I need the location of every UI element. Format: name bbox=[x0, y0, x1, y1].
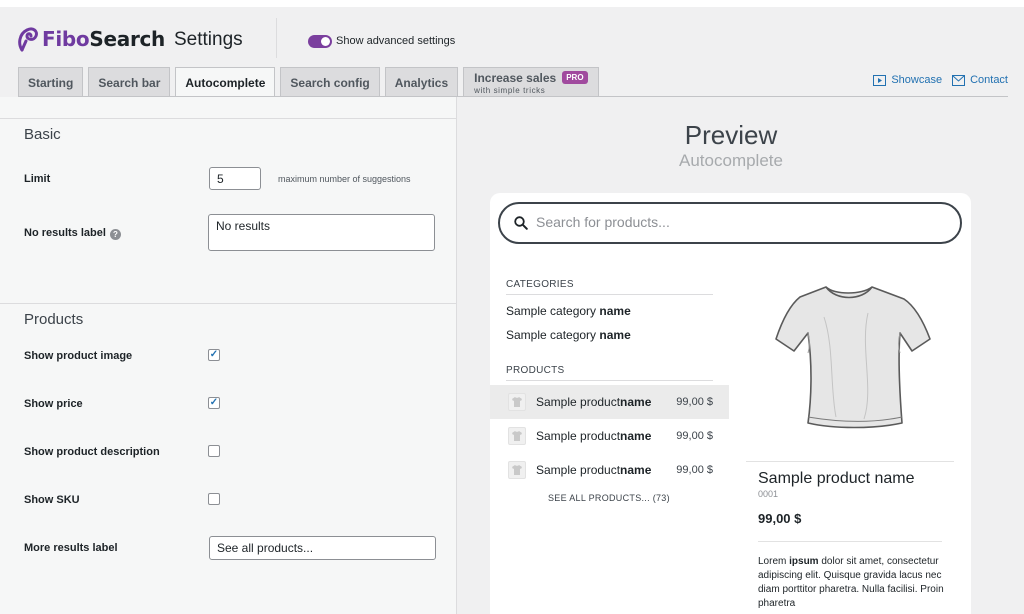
logo-text-fibo: Fibo bbox=[42, 27, 90, 51]
more-results-label: More results label bbox=[24, 542, 118, 554]
detail-product-description: Lorem ipsum dolor sit amet, consectetur … bbox=[758, 555, 948, 611]
detail-product-sku: 0001 bbox=[758, 489, 779, 499]
no-results-row-label: No results label? bbox=[24, 227, 121, 240]
help-icon[interactable]: ? bbox=[109, 229, 121, 240]
tab-autocomplete[interactable]: Autocomplete bbox=[175, 67, 276, 98]
no-results-textarea[interactable]: No results bbox=[208, 214, 435, 251]
product-suggestion[interactable]: Sample product name 99,00 $ bbox=[490, 419, 729, 453]
preview-search-input[interactable] bbox=[536, 214, 936, 230]
detail-product-price: 99,00 $ bbox=[758, 511, 802, 526]
detail-top-rule bbox=[746, 461, 954, 462]
categories-heading: CATEGORIES bbox=[506, 279, 713, 295]
top-strip bbox=[0, 0, 1024, 7]
show-sku-checkbox[interactable] bbox=[208, 493, 220, 505]
category-prefix: Sample category bbox=[506, 304, 600, 318]
settings-tabs: Starting Search bar Autocomplete Search … bbox=[18, 67, 604, 98]
fibosearch-logo: FiboSearch bbox=[16, 26, 165, 52]
logo-text-search: Search bbox=[89, 27, 165, 51]
product-suggestion[interactable]: Sample product name 99,00 $ bbox=[490, 385, 729, 419]
preview-panel: Preview Autocomplete CATEGORIES Sample c… bbox=[458, 97, 1024, 614]
section-rule-basic bbox=[0, 118, 457, 119]
tab-increase-sales-title: Increase sales PRO bbox=[474, 70, 588, 85]
tshirt-product-image bbox=[775, 286, 931, 429]
autocomplete-preview-card: CATEGORIES Sample category name Sample c… bbox=[490, 193, 971, 614]
tab-starting[interactable]: Starting bbox=[18, 67, 84, 97]
show-image-checkbox[interactable]: ✓ bbox=[208, 349, 220, 361]
pro-badge: PRO bbox=[562, 71, 588, 84]
product-suggestion[interactable]: Sample product name 99,00 $ bbox=[490, 453, 729, 487]
category-match: name bbox=[599, 304, 631, 318]
preview-subtitle: Autocomplete bbox=[679, 151, 783, 170]
detail-product-name: Sample product name bbox=[758, 470, 915, 487]
tshirt-thumbnail-icon bbox=[508, 393, 526, 411]
description-text: Lorem bbox=[758, 556, 790, 567]
detail-price-rule bbox=[758, 541, 942, 542]
category-prefix: Sample category bbox=[506, 328, 600, 342]
tab-search-bar[interactable]: Search bar bbox=[88, 67, 171, 97]
tab-increase-sales[interactable]: Increase sales PRO with simple tricks bbox=[463, 67, 599, 97]
page-title: Settings bbox=[174, 29, 243, 50]
product-price: 99,00 $ bbox=[676, 396, 713, 408]
category-suggestion[interactable]: Sample category name bbox=[506, 304, 631, 318]
product-prefix: Sample product bbox=[536, 395, 621, 409]
limit-input[interactable]: 5 bbox=[209, 167, 261, 190]
increase-sales-label: Increase sales bbox=[474, 70, 557, 85]
logo-text: FiboSearch bbox=[42, 27, 165, 51]
tab-analytics[interactable]: Analytics bbox=[384, 67, 459, 97]
settings-panel: Basic Limit 5 maximum number of suggesti… bbox=[0, 97, 457, 614]
show-description-label: Show product description bbox=[24, 446, 160, 458]
header-links: Showcase Contact bbox=[873, 74, 1008, 86]
show-description-checkbox[interactable] bbox=[208, 445, 220, 457]
product-prefix: Sample product bbox=[536, 463, 621, 477]
product-match: name bbox=[620, 429, 652, 443]
show-price-label: Show price bbox=[24, 398, 83, 410]
section-rule-products bbox=[0, 303, 457, 304]
more-results-input[interactable]: See all products... bbox=[209, 536, 436, 560]
section-title-products: Products bbox=[24, 311, 84, 328]
search-icon bbox=[514, 216, 528, 230]
tshirt-thumbnail-icon bbox=[508, 427, 526, 445]
section-title-basic: Basic bbox=[24, 126, 61, 143]
preview-title: Preview bbox=[684, 120, 778, 150]
showcase-link[interactable]: Showcase bbox=[891, 74, 942, 86]
show-sku-label: Show SKU bbox=[24, 494, 80, 506]
show-image-label: Show product image bbox=[24, 350, 133, 362]
product-price: 99,00 $ bbox=[676, 430, 713, 442]
category-match: name bbox=[599, 328, 631, 342]
tshirt-thumbnail-icon bbox=[508, 461, 526, 479]
see-all-products-link[interactable]: SEE ALL PRODUCTS... (73) bbox=[548, 493, 670, 503]
contact-link[interactable]: Contact bbox=[970, 74, 1008, 86]
envelope-icon[interactable] bbox=[952, 74, 966, 86]
tab-search-config[interactable]: Search config bbox=[280, 67, 380, 97]
product-match: name bbox=[620, 463, 652, 477]
header: FiboSearch Settings Show advanced settin… bbox=[0, 0, 1024, 98]
category-suggestion[interactable]: Sample category name bbox=[506, 328, 631, 342]
limit-hint: maximum number of suggestions bbox=[278, 174, 411, 184]
product-price: 99,00 $ bbox=[676, 464, 713, 476]
advanced-settings-toggle[interactable] bbox=[308, 35, 332, 48]
limit-label: Limit bbox=[24, 173, 51, 185]
products-heading: PRODUCTS bbox=[506, 365, 713, 381]
video-play-icon[interactable] bbox=[873, 74, 887, 86]
no-results-label: No results label bbox=[24, 227, 106, 239]
increase-sales-sublabel: with simple tricks bbox=[474, 85, 546, 95]
product-prefix: Sample product bbox=[536, 429, 621, 443]
description-bold: ipsum bbox=[789, 556, 819, 567]
advanced-settings-label[interactable]: Show advanced settings bbox=[336, 35, 455, 47]
preview-search-bar[interactable] bbox=[498, 202, 962, 244]
show-price-checkbox[interactable]: ✓ bbox=[208, 397, 220, 409]
fibosearch-logo-icon bbox=[18, 27, 38, 52]
product-match: name bbox=[620, 395, 652, 409]
header-divider bbox=[276, 18, 277, 58]
